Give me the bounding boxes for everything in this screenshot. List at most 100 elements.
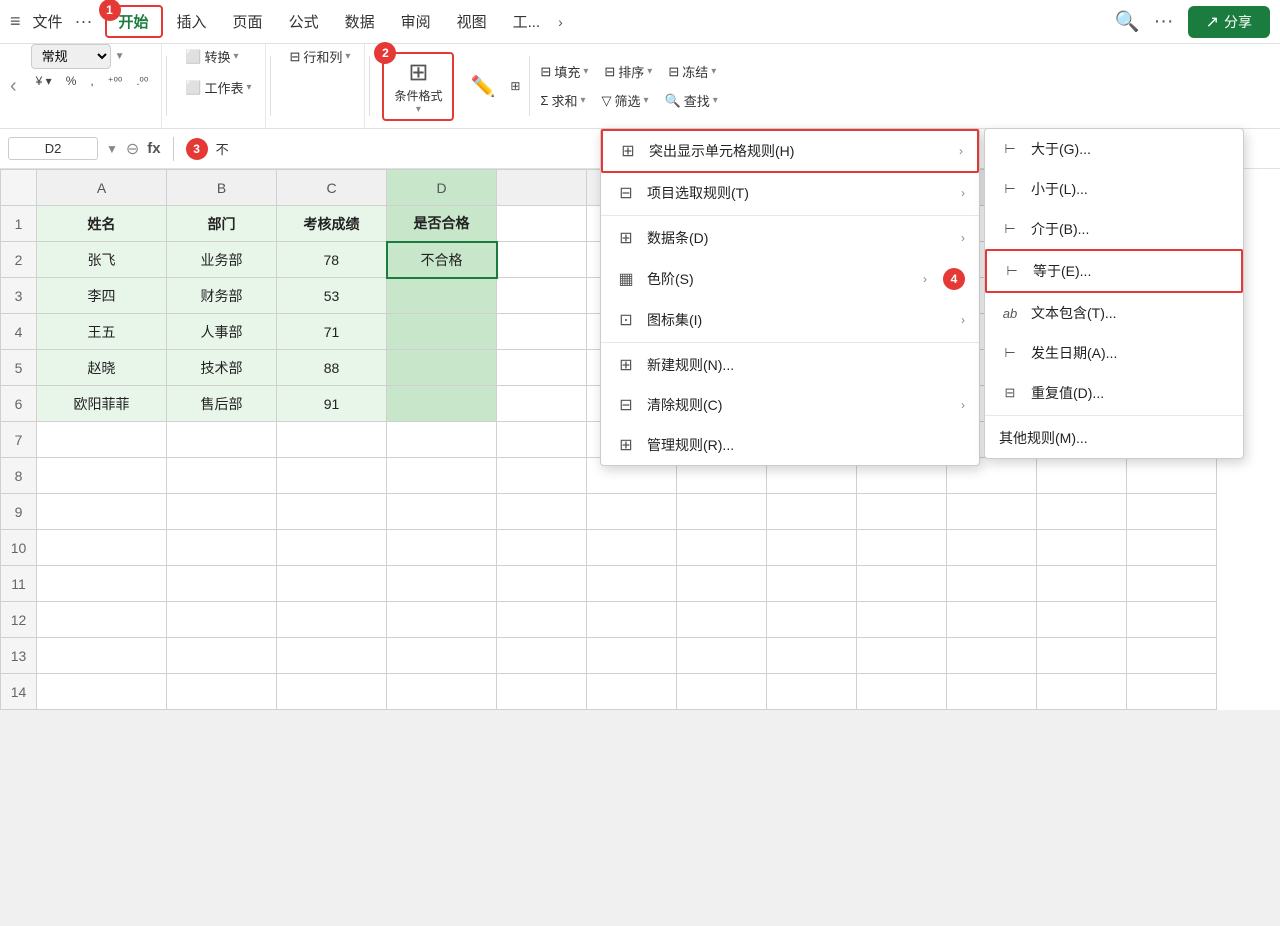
cell-b1[interactable]: 部门 [167, 206, 277, 242]
cell-b4[interactable]: 人事部 [167, 314, 277, 350]
cell-c5[interactable]: 88 [277, 350, 387, 386]
menu-item-top-rules[interactable]: ⊟ 项目选取规则(T) › [601, 173, 979, 213]
cell-a1[interactable]: 姓名 [37, 206, 167, 242]
menu-item-new-rule[interactable]: ⊞ 新建规则(N)... [601, 345, 979, 385]
cell-d4[interactable] [387, 314, 497, 350]
col-header-d[interactable]: D [387, 170, 497, 206]
menu-item-icon-set[interactable]: ⊡ 图标集(I) › [601, 300, 979, 340]
top-rules-arrow: › [961, 186, 965, 200]
tab-page[interactable]: 页面 [221, 7, 275, 36]
sub-menu-item-greater[interactable]: ⊢ 大于(G)... [985, 129, 1243, 169]
menu-item-highlight-rules[interactable]: ⊞ 突出显示单元格规则(H) › [601, 129, 979, 173]
tab-home[interactable]: 开始 1 [105, 5, 163, 38]
cell-reference-input[interactable]: D2 [8, 137, 98, 160]
cell-c3[interactable]: 53 [277, 278, 387, 314]
worksheet-btn[interactable]: ⬜ 工作表 ▾ [179, 75, 257, 100]
sub-menu-item-date[interactable]: ⊢ 发生日期(A)... [985, 333, 1243, 373]
row-col-btn[interactable]: ⊟ 行和列 ▾ [283, 44, 356, 69]
cell-b6[interactable]: 售后部 [167, 386, 277, 422]
cell-d2[interactable]: 不合格 [387, 242, 497, 278]
more-dots[interactable]: ··· [75, 11, 93, 32]
file-button[interactable]: 文件 [33, 11, 63, 32]
sort-btn[interactable]: ⊟ 排序 ▾ [598, 59, 658, 84]
cell-e5[interactable] [497, 350, 587, 386]
cell-border-btn[interactable]: ⊞ [505, 78, 525, 94]
menu-divider-2 [601, 342, 979, 343]
cell-a3[interactable]: 李四 [37, 278, 167, 314]
cell-c1[interactable]: 考核成绩 [277, 206, 387, 242]
col-header-a[interactable]: A [37, 170, 167, 206]
cond-format-button[interactable]: ⊞ 条件格式 ▾ [382, 52, 454, 121]
search-button[interactable]: 🔍 [1115, 9, 1140, 34]
cell-a5[interactable]: 赵晓 [37, 350, 167, 386]
title-bar: ≡ 文件 ··· 开始 1 插入 页面 公式 数据 审阅 视图 工... › 🔍… [0, 0, 1280, 44]
format-select[interactable]: 常规 [31, 44, 111, 69]
tab-tools[interactable]: 工... [501, 7, 553, 36]
sub-menu-item-less[interactable]: ⊢ 小于(L)... [985, 169, 1243, 209]
cell-e2[interactable] [497, 242, 587, 278]
sub-menu-item-between[interactable]: ⊢ 介于(B)... [985, 209, 1243, 249]
sum-btn[interactable]: Σ 求和 ▾ [534, 88, 591, 113]
cell-d5[interactable] [387, 350, 497, 386]
cell-d3[interactable] [387, 278, 497, 314]
freeze-btn[interactable]: ⊟ 冻结 ▾ [662, 59, 722, 84]
cell-a4[interactable]: 王五 [37, 314, 167, 350]
cond-format-menu: ⊞ 突出显示单元格规则(H) › ⊟ 项目选取规则(T) › ⊞ 数据条(D) … [600, 128, 980, 466]
cell-d6[interactable] [387, 386, 497, 422]
sub-menu-item-equal[interactable]: ⊢ 等于(E)... [985, 249, 1243, 293]
menu-item-clear-rules[interactable]: ⊟ 清除规则(C) › [601, 385, 979, 425]
cell-e4[interactable] [497, 314, 587, 350]
cell-b5[interactable]: 技术部 [167, 350, 277, 386]
convert-btn[interactable]: ⬜ 转换 ▾ [179, 44, 244, 69]
convert-icon: ⬜ [185, 49, 201, 65]
comma-btn[interactable]: , [85, 73, 98, 89]
filter-btn[interactable]: ▽ 筛选 ▾ [596, 88, 655, 113]
col-header-c[interactable]: C [277, 170, 387, 206]
highlight-rules-icon: ⊞ [617, 141, 639, 161]
more-options-button[interactable]: ··· [1154, 10, 1174, 33]
menu-item-color-scale[interactable]: ▦ 色阶(S) › 4 [601, 258, 979, 300]
cell-e6[interactable] [497, 386, 587, 422]
dec-inc-btn[interactable]: ⁺⁰⁰ [103, 74, 128, 89]
top-rules-label: 项目选取规则(T) [647, 183, 951, 203]
sub-menu-item-text-contains[interactable]: ab 文本包含(T)... [985, 293, 1243, 333]
col-header-e[interactable] [497, 170, 587, 206]
sub-menu-item-duplicate[interactable]: ⊟ 重复值(D)... [985, 373, 1243, 413]
tab-data[interactable]: 数据 [333, 7, 387, 36]
menu-item-manage-rules[interactable]: ⊞ 管理规则(R)... [601, 425, 979, 465]
dec-dec-btn[interactable]: .⁰⁰ [131, 74, 153, 89]
tab-expand[interactable]: › [554, 10, 567, 34]
find-btn[interactable]: 🔍 查找 ▾ [659, 88, 724, 113]
toolbar-back-arrow[interactable]: ‹ [10, 75, 17, 98]
greater-icon: ⊢ [999, 141, 1021, 157]
table-row: 10 [1, 530, 1217, 566]
cell-a2[interactable]: 张飞 [37, 242, 167, 278]
cell-e3[interactable] [497, 278, 587, 314]
cell-b3[interactable]: 财务部 [167, 278, 277, 314]
less-icon: ⊢ [999, 181, 1021, 197]
fill-btn[interactable]: ⊟ 填充 ▾ [534, 59, 594, 84]
cell-c6[interactable]: 91 [277, 386, 387, 422]
tab-review[interactable]: 审阅 [389, 7, 443, 36]
share-button[interactable]: ↗ 分享 [1188, 6, 1270, 38]
between-label: 介于(B)... [1031, 219, 1229, 239]
cell-b2[interactable]: 业务部 [167, 242, 277, 278]
cond-format-icon: ⊞ [408, 58, 428, 87]
cell-c2[interactable]: 78 [277, 242, 387, 278]
freeze-icon: ⊟ [668, 64, 679, 80]
menu-item-data-bar[interactable]: ⊞ 数据条(D) › [601, 218, 979, 258]
currency-btn[interactable]: ¥ ▾ [31, 73, 57, 89]
sub-menu-item-more-rules[interactable]: 其他规则(M)... [985, 418, 1243, 458]
zoom-minus-icon[interactable]: ⊖ [126, 139, 139, 159]
tab-formula[interactable]: 公式 [277, 7, 331, 36]
paint-btn[interactable]: ✏️ [462, 70, 503, 103]
menu-icon[interactable]: ≡ [10, 11, 21, 32]
cell-c4[interactable]: 71 [277, 314, 387, 350]
cell-a6[interactable]: 欧阳菲菲 [37, 386, 167, 422]
tab-insert[interactable]: 插入 [165, 7, 219, 36]
percent-btn[interactable]: % [61, 73, 82, 89]
cell-d1[interactable]: 是否合格 [387, 206, 497, 242]
col-header-b[interactable]: B [167, 170, 277, 206]
cell-e1[interactable] [497, 206, 587, 242]
tab-view[interactable]: 视图 [445, 7, 499, 36]
